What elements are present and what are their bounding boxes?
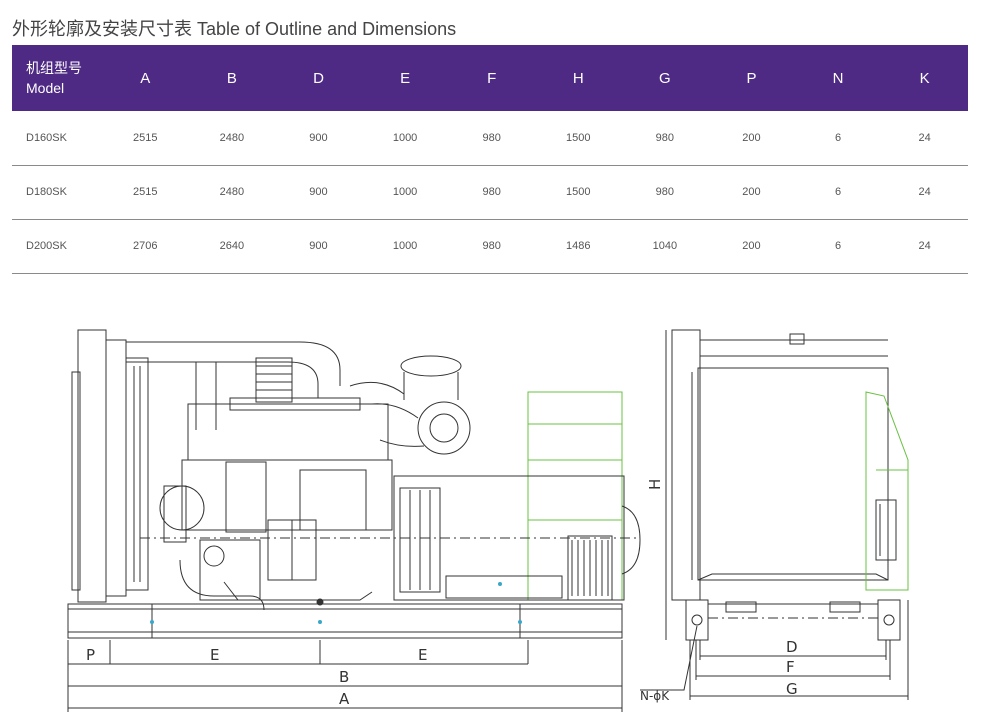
intake-piping: [126, 341, 341, 430]
front-radiator-frame: [671, 329, 889, 601]
front-view: [640, 329, 909, 700]
label-h: H: [646, 479, 664, 490]
outline-drawing: P E E B A H D F G N-ϕK: [67, 329, 909, 712]
label-p: P: [86, 646, 95, 664]
front-dimensions: [640, 600, 909, 700]
label-a: A: [339, 690, 350, 708]
engine-block: [159, 397, 393, 611]
center-marks: [150, 582, 522, 624]
front-base: [685, 599, 901, 641]
label-n-phi-k: N-ϕK: [640, 689, 670, 703]
label-g: G: [786, 680, 798, 698]
label-e1: E: [210, 646, 219, 664]
side-view: [67, 329, 641, 712]
radiator: [71, 329, 149, 603]
label-f: F: [786, 658, 795, 676]
label-b: B: [339, 668, 349, 686]
air-filter: [349, 355, 471, 455]
base-frame: [67, 598, 623, 639]
front-alternator-detail: [875, 499, 897, 561]
alternator-body: [140, 475, 641, 601]
label-e2: E: [418, 646, 427, 664]
label-d: D: [786, 638, 798, 656]
